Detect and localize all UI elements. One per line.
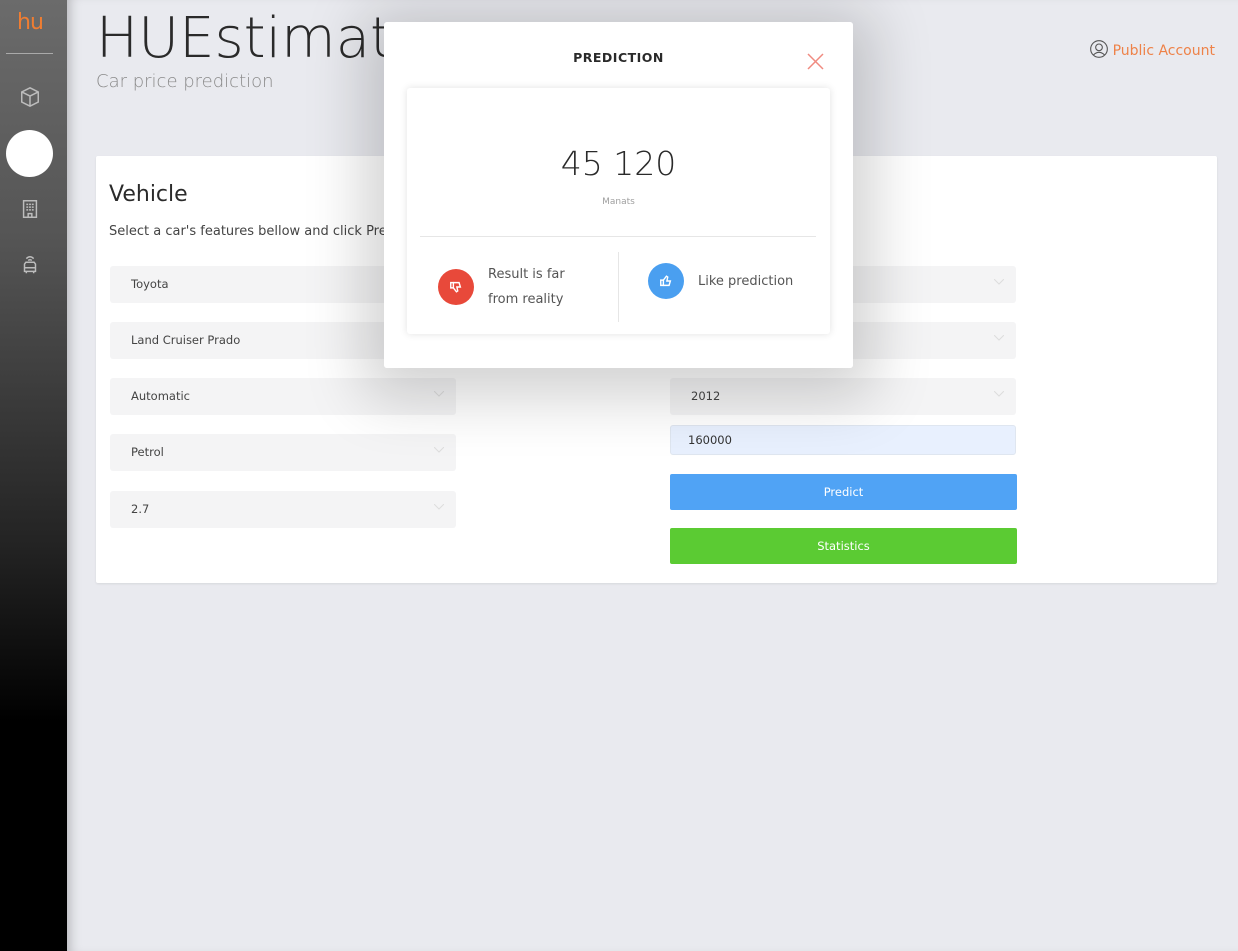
select-value: Land Cruiser Prado (131, 333, 241, 347)
divider (420, 236, 816, 237)
logo[interactable]: hu (0, 10, 60, 35)
chevron-down-icon (434, 391, 444, 397)
currency-label: Manats (602, 197, 635, 207)
select-value: Petrol (131, 445, 164, 459)
predicted-price: 45 120 (560, 144, 677, 183)
building-icon[interactable] (19, 198, 41, 220)
select-value: Automatic (131, 389, 190, 403)
dislike-label: Result is far from reality (488, 267, 565, 307)
year-select[interactable]: 2012 (670, 378, 1016, 415)
public-account-link[interactable]: Public Account (1089, 39, 1215, 63)
thumbs-up-icon (648, 263, 684, 299)
card-title: Vehicle (109, 182, 188, 207)
fuel-select[interactable]: Petrol (110, 434, 456, 471)
sidebar: hu (0, 0, 67, 951)
mileage-input[interactable]: 160000 (670, 425, 1016, 455)
sidebar-item-active[interactable] (6, 130, 53, 177)
close-icon[interactable] (807, 53, 824, 70)
public-account-label: Public Account (1112, 43, 1215, 59)
modal-title: PREDICTION (573, 50, 664, 65)
vertical-divider (618, 252, 619, 322)
thumbs-down-icon (438, 269, 474, 305)
chevron-down-icon (434, 504, 444, 510)
select-value: 2012 (691, 389, 721, 403)
chevron-down-icon (994, 279, 1004, 285)
chevron-down-icon (434, 447, 444, 453)
statistics-button[interactable]: Statistics (670, 528, 1017, 564)
transmission-select[interactable]: Automatic (110, 378, 456, 415)
engine-select[interactable]: 2.7 (110, 491, 456, 528)
like-label: Like prediction (698, 273, 794, 289)
page-subtitle: Car price prediction (96, 71, 274, 92)
dislike-prediction-button[interactable]: Result is far from reality (438, 262, 588, 312)
logo-divider (6, 53, 53, 54)
chevron-down-icon (994, 391, 1004, 397)
user-icon (1089, 39, 1109, 63)
like-prediction-button[interactable]: Like prediction (648, 263, 793, 299)
select-value: 2.7 (131, 502, 150, 516)
chevron-down-icon (994, 335, 1004, 341)
taxi-icon[interactable] (19, 254, 41, 276)
cube-icon[interactable] (19, 86, 41, 108)
prediction-modal: PREDICTION 45 120 Manats Result is far f… (384, 22, 853, 368)
card-description: Select a car's features bellow and click… (109, 224, 411, 239)
prediction-result-panel: 45 120 Manats Result is far from reality… (407, 88, 830, 334)
select-value: Toyota (131, 277, 169, 291)
predict-button[interactable]: Predict (670, 474, 1017, 510)
